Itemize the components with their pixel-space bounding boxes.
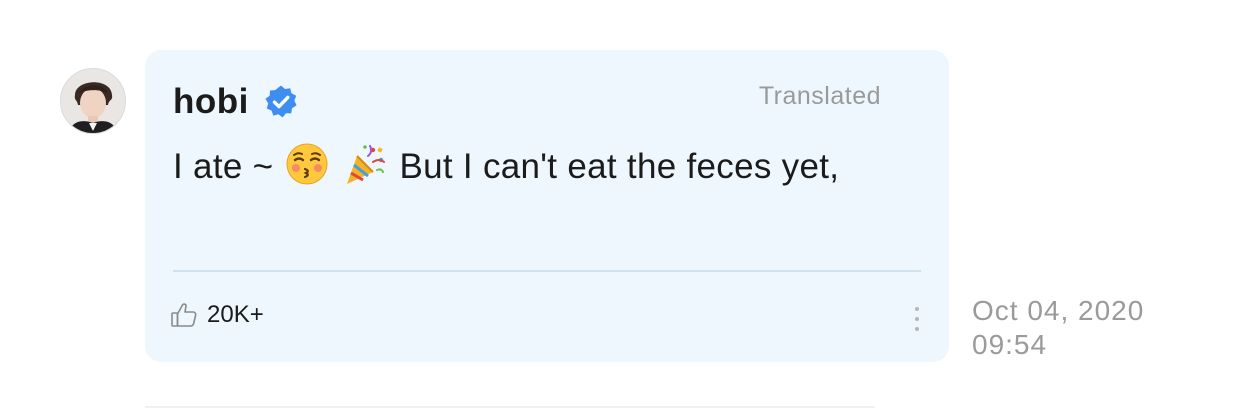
verified-badge-icon xyxy=(265,85,297,118)
timestamp-date: Oct 04, 2020 xyxy=(972,295,1145,326)
timestamp: Oct 04, 2020 09:54 xyxy=(972,294,1144,362)
thumbs-up-icon xyxy=(171,303,197,327)
like-count: 20K+ xyxy=(207,301,264,328)
message-text-after: But I can't eat the feces yet, xyxy=(399,147,840,186)
vertical-ellipsis-icon[interactable] xyxy=(909,304,925,334)
message-text-before: I ate ~ xyxy=(173,147,274,186)
avatar-photo xyxy=(61,69,125,133)
next-post-divider xyxy=(145,406,875,408)
kissing-face-emoji-icon xyxy=(286,143,328,185)
author-name[interactable]: hobi xyxy=(173,82,249,122)
post-screen: hobi Translated I ate ~ But I can't eat … xyxy=(0,0,1242,410)
party-popper-emoji-icon xyxy=(347,145,386,184)
message-text: I ate ~ But I can't eat the feces yet, xyxy=(173,138,893,196)
post-card: hobi Translated I ate ~ But I can't eat … xyxy=(145,50,949,362)
avatar[interactable] xyxy=(60,68,126,134)
translated-label: Translated xyxy=(758,82,881,110)
divider xyxy=(173,270,921,272)
like-button[interactable]: 20K+ xyxy=(169,300,264,330)
author-row: hobi xyxy=(173,80,299,124)
timestamp-time: 09:54 xyxy=(972,329,1048,360)
